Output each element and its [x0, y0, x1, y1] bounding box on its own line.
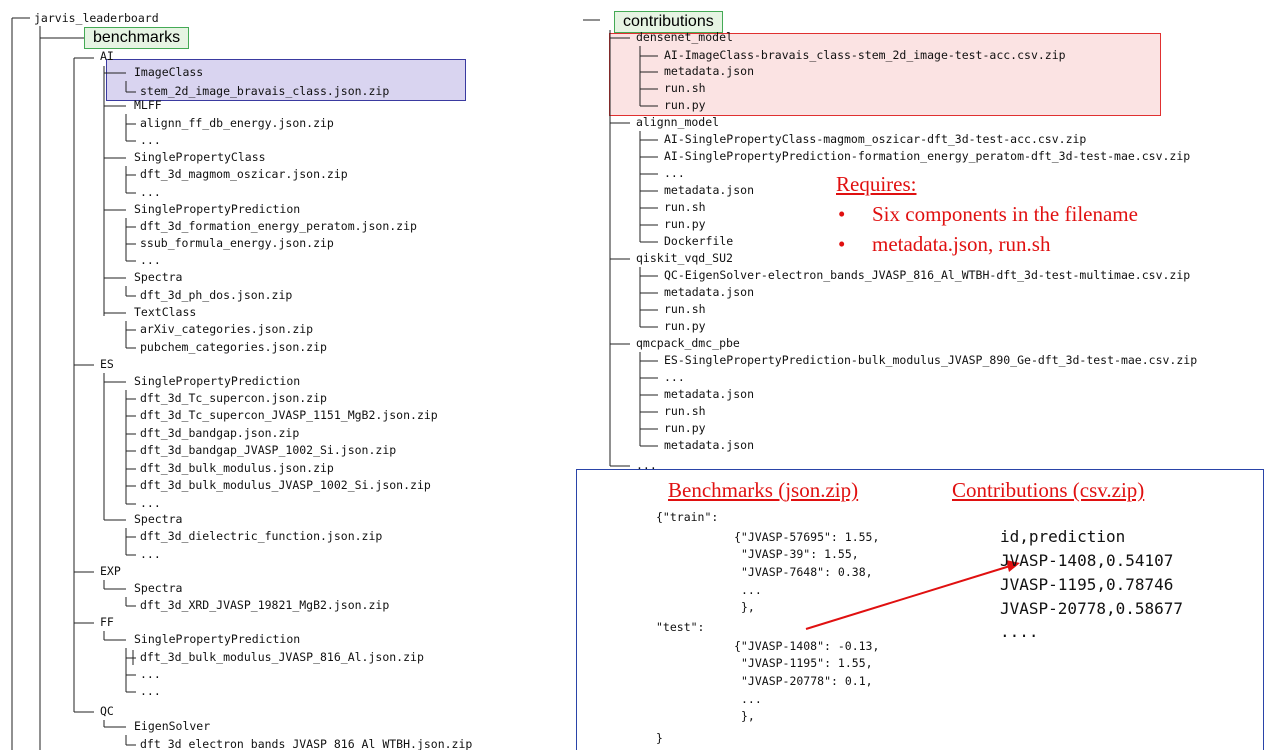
diagram-canvas: jarvis_leaderboard benchmarks AI ImageCl…	[0, 0, 1264, 750]
ellipsis: ...	[140, 253, 161, 267]
file-es-6: dft_3d_bulk_modulus_JVASP_1002_Si.json.z…	[140, 478, 431, 492]
file-run-sh: run.sh	[664, 81, 706, 95]
file-run-py: run.py	[664, 217, 706, 231]
folder-es-spectra: Spectra	[134, 512, 183, 526]
file-metadata: metadata.json	[664, 285, 755, 299]
file-run-py: run.py	[664, 319, 706, 333]
folder-alignn-model: alignn_model	[636, 115, 720, 129]
folder-es-spp: SinglePropertyPrediction	[134, 374, 301, 388]
file-mlff: alignn_ff_db_energy.json.zip	[140, 116, 334, 130]
file-textclass-1: arXiv_categories.json.zip	[140, 322, 314, 336]
ellipsis: ...	[140, 667, 161, 681]
file-exp: dft_3d_XRD_JVASP_19821_MgB2.json.zip	[140, 598, 390, 612]
requires-item-files: metadata.json, run.sh	[872, 232, 1051, 256]
file-es-2: dft_3d_Tc_supercon_JVASP_1151_MgB2.json.…	[140, 408, 438, 422]
folder-densenet-model: densenet_model	[636, 30, 733, 44]
csv-line: JVASP-1195,0.78746	[1000, 575, 1174, 594]
folder-ff-spp: SinglePropertyPrediction	[134, 632, 301, 646]
folder-qmcpack: qmcpack_dmc_pbe	[636, 336, 740, 350]
folder-qc: QC	[100, 704, 114, 718]
file-spp-1: dft_3d_formation_energy_peratom.json.zip	[140, 219, 417, 233]
ellipsis: ...	[636, 458, 657, 472]
file-run-sh: run.sh	[664, 302, 706, 316]
folder-qc-eigensolver: EigenSolver	[134, 719, 211, 733]
file-metadata: metadata.json	[664, 387, 755, 401]
ellipsis: ...	[140, 133, 161, 147]
file-spp-2: ssub_formula_energy.json.zip	[140, 236, 334, 250]
file-es-spectra: dft_3d_dielectric_function.json.zip	[140, 529, 383, 543]
json-line: ...	[741, 583, 762, 597]
file-ff: dft_3d_bulk_modulus_JVASP_816_Al.json.zi…	[140, 650, 424, 664]
file-es-5: dft_3d_bulk_modulus.json.zip	[140, 461, 334, 475]
folder-exp: EXP	[100, 564, 121, 578]
file-run-sh: run.sh	[664, 404, 706, 418]
json-line: "JVASP-1195": 1.55,	[741, 656, 873, 670]
file-qc: dft_3d_electron_bands_JVASP_816_Al_WTBH.…	[140, 737, 473, 750]
file-qmc-csv: ES-SinglePropertyPrediction-bulk_modulus…	[664, 353, 1198, 367]
ellipsis: ...	[664, 166, 685, 180]
tree-root: jarvis_leaderboard	[34, 11, 159, 25]
benchmarks-label: benchmarks	[84, 27, 190, 49]
file-es-4: dft_3d_bandgap_JVASP_1002_Si.json.zip	[140, 443, 397, 457]
csv-line: ....	[1000, 622, 1039, 641]
folder-singlepropertyprediction: SinglePropertyPrediction	[134, 202, 301, 216]
file-densenet-csv: AI-ImageClass-bravais_class-stem_2d_imag…	[664, 48, 1066, 62]
json-line: {"train":	[656, 510, 719, 524]
json-line: ...	[741, 692, 762, 706]
folder-ai: AI	[100, 49, 114, 63]
csv-line: id,prediction	[1000, 527, 1126, 546]
folder-mlff: MLFF	[134, 98, 162, 112]
json-line: {"JVASP-57695": 1.55,	[734, 530, 880, 544]
folder-qiskit: qiskit_vqd_SU2	[636, 251, 733, 265]
ellipsis: ...	[664, 370, 685, 384]
file-alignn-csv-1: AI-SinglePropertyClass-magmom_oszicar-df…	[664, 132, 1087, 146]
file-qiskit-csv: QC-EigenSolver-electron_bands_JVASP_816_…	[664, 268, 1191, 282]
json-line: "JVASP-7648": 0.38,	[741, 565, 873, 579]
json-line: "JVASP-39": 1.55,	[741, 547, 859, 561]
json-line: "JVASP-20778": 0.1,	[741, 674, 873, 688]
file-metadata: metadata.json	[664, 438, 755, 452]
csv-line: JVASP-1408,0.54107	[1000, 551, 1174, 570]
file-es-1: dft_3d_Tc_supercon.json.zip	[140, 391, 327, 405]
folder-textclass: TextClass	[134, 305, 197, 319]
ellipsis: ...	[140, 547, 161, 561]
file-es-3: dft_3d_bandgap.json.zip	[140, 426, 300, 440]
file-run-py: run.py	[664, 98, 706, 112]
contributions-heading: Contributions (csv.zip)	[952, 478, 1145, 502]
file-dockerfile: Dockerfile	[664, 234, 734, 248]
folder-spectra: Spectra	[134, 270, 183, 284]
folder-es: ES	[100, 357, 114, 371]
folder-ff: FF	[100, 615, 114, 629]
file-run-py: run.py	[664, 421, 706, 435]
json-line: }	[656, 731, 663, 745]
json-line: {"JVASP-1408": -0.13,	[734, 639, 880, 653]
requires-item-filename: Six components in the filename	[872, 202, 1138, 226]
benchmarks-heading: Benchmarks (json.zip)	[668, 478, 859, 502]
ellipsis: ...	[140, 496, 161, 510]
file-spc: dft_3d_magmom_oszicar.json.zip	[140, 167, 348, 181]
requires-title: Requires:	[836, 172, 917, 196]
json-line: },	[741, 709, 755, 723]
json-line: },	[741, 600, 755, 614]
json-line: "test":	[656, 620, 705, 634]
folder-exp-spectra: Spectra	[134, 581, 183, 595]
csv-line: JVASP-20778,0.58677	[1000, 599, 1184, 618]
file-textclass-2: pubchem_categories.json.zip	[140, 340, 327, 354]
ellipsis: ...	[140, 185, 161, 199]
file-spectra: dft_3d_ph_dos.json.zip	[140, 288, 293, 302]
ellipsis: ...	[140, 684, 161, 698]
file-alignn-csv-2: AI-SinglePropertyPrediction-formation_en…	[664, 149, 1191, 163]
file-run-sh: run.sh	[664, 200, 706, 214]
file-metadata: metadata.json	[664, 183, 755, 197]
folder-imageclass: ImageClass	[134, 65, 204, 79]
bullet: •	[838, 232, 846, 256]
file-metadata: metadata.json	[664, 64, 755, 78]
folder-singlepropertyclass: SinglePropertyClass	[134, 150, 266, 164]
bullet: •	[838, 202, 846, 226]
file-imageclass: stem_2d_image_bravais_class.json.zip	[140, 84, 390, 98]
